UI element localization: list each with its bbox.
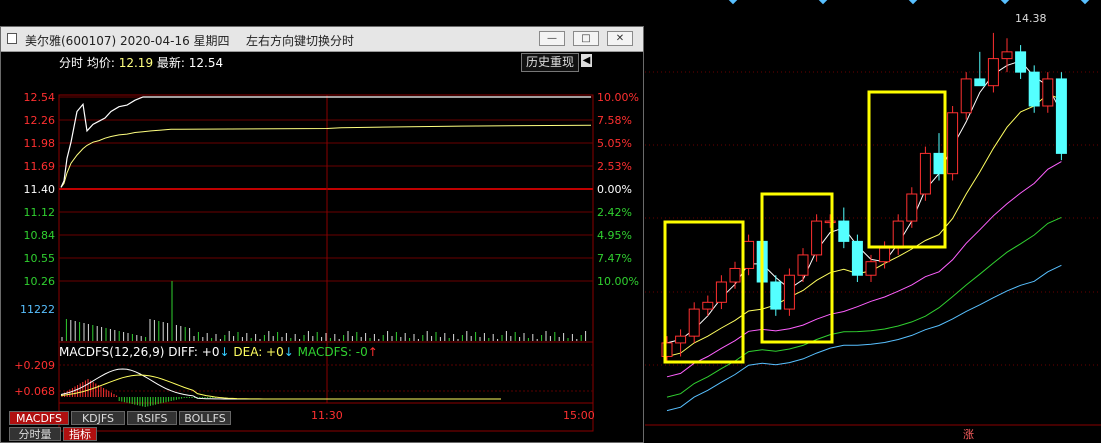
price-tick-label: 10.84	[24, 229, 56, 242]
macd-name: MACDFS(12,26,9)	[59, 345, 165, 359]
time-tick-label: 15:00	[563, 409, 595, 422]
candle-body	[811, 220, 823, 256]
rise-marker: 涨	[963, 428, 974, 441]
chart-frame	[58, 94, 594, 432]
tab-rsifs[interactable]: RSIFS	[127, 411, 177, 425]
window-title: 美尔雅(600107) 2020-04-16 星期四	[25, 34, 230, 48]
minimize-button[interactable]: —	[539, 31, 565, 46]
avg-value: 12.19	[118, 56, 154, 70]
tab-bollfs[interactable]: BOLLFS	[179, 411, 231, 425]
highlight-box	[760, 192, 834, 344]
candle-body	[783, 274, 795, 310]
down-arrow-icon: ↓	[219, 345, 230, 359]
candle-body	[892, 220, 904, 249]
window-hint: 左右方向键切换分时	[246, 34, 355, 48]
avg-price-line	[60, 124, 592, 188]
maximize-button[interactable]: □	[573, 31, 599, 46]
candle-body	[675, 335, 687, 344]
moving-average-line	[666, 93, 1062, 357]
intraday-chart: 12.54 10.00% 12.26 7.58% 11.98 5.05% 11.69 2.53…	[14, 91, 639, 432]
candle-body	[933, 152, 945, 175]
price-tick-label: 11.40	[24, 183, 56, 196]
candle-body	[865, 261, 877, 276]
macdfs-label: MACDFS: -0	[297, 345, 368, 359]
pct-tick-label: 7.47%	[597, 252, 632, 265]
price-tick-label: 11.12	[24, 206, 56, 219]
macd-tick-label: +0.209	[14, 359, 55, 372]
down-arrow-icon: ↓	[283, 345, 294, 359]
price-tick-label: 12.54	[24, 91, 56, 104]
diff-label: DIFF: +0	[168, 345, 220, 359]
intraday-popup-window: 美尔雅(600107) 2020-04-16 星期四 左右方向键切换分时 — □…	[0, 26, 644, 443]
tab-volume[interactable]: 分时量	[9, 427, 61, 441]
app-icon	[7, 33, 17, 44]
moving-average-line	[666, 216, 1062, 398]
pct-tick-label: 2.42%	[597, 206, 632, 219]
candle-body	[838, 220, 850, 242]
info-label: 分时	[59, 56, 84, 70]
candle-body	[1028, 71, 1040, 107]
avg-label: 均价:	[86, 56, 115, 70]
candle-body	[974, 78, 986, 87]
candle-body	[960, 78, 972, 114]
price-tick-label: 11.98	[24, 137, 56, 150]
candle-body	[743, 240, 755, 269]
macd-tick-label: +0.068	[14, 385, 55, 398]
time-tick-label: 11:30	[311, 409, 343, 422]
top-marker	[908, 0, 918, 5]
candle-body	[906, 193, 918, 222]
top-marker	[728, 0, 738, 5]
pct-tick-label: 0.00%	[597, 183, 632, 196]
window-titlebar[interactable]: 美尔雅(600107) 2020-04-16 星期四 左右方向键切换分时 — □…	[1, 27, 643, 52]
last-label: 最新:	[156, 56, 185, 70]
tab-indicator[interactable]: 指标	[63, 427, 97, 441]
last-value: 12.54	[188, 56, 224, 70]
price-tick-label: 10.55	[24, 252, 56, 265]
dea-label: DEA: +0	[233, 345, 284, 359]
candle-body	[702, 301, 714, 310]
volume-tick-label: 11222	[20, 303, 55, 316]
candle-body	[879, 247, 891, 263]
candle-body	[947, 112, 959, 175]
high-price-annotation: 14.38	[1015, 12, 1047, 25]
top-marker	[1080, 0, 1090, 5]
candle-body	[797, 254, 809, 276]
pct-tick-label: 5.05%	[597, 137, 632, 150]
candle-body	[715, 281, 727, 303]
candle-body	[1055, 78, 1067, 154]
candle-body	[1015, 51, 1027, 73]
top-marker	[1000, 0, 1010, 5]
candle-body	[987, 58, 999, 87]
back-arrow-icon[interactable]: ◀	[581, 54, 592, 67]
macd-legend: MACDFS(12,26,9) DIFF: +0↓ DEA: +0↓ MACDF…	[59, 345, 378, 359]
price-tick-label: 11.69	[24, 160, 56, 173]
pct-tick-label: 10.00%	[597, 91, 639, 104]
candle-body	[770, 281, 782, 310]
candle-body	[919, 152, 931, 195]
candle-body	[688, 308, 700, 337]
pct-tick-label: 2.53%	[597, 160, 632, 173]
pct-tick-label: 10.00%	[597, 275, 639, 288]
candle-body	[1042, 78, 1054, 107]
candle-body	[824, 220, 836, 224]
diff-line	[60, 368, 501, 400]
pct-tick-label: 7.58%	[597, 114, 632, 127]
history-replay-button[interactable]: 历史重现	[521, 53, 579, 72]
kline-chart: 14.38 涨	[645, 0, 1101, 441]
price-tick-label: 10.26	[24, 275, 56, 288]
tab-macdfs[interactable]: MACDFS	[9, 411, 69, 425]
dea-line	[60, 374, 501, 400]
pct-tick-label: 4.95%	[597, 229, 632, 242]
price-tick-label: 12.26	[24, 114, 56, 127]
candle-body	[851, 240, 863, 276]
top-marker	[818, 0, 828, 5]
tab-kdjfs[interactable]: KDJFS	[71, 411, 125, 425]
up-arrow-icon: ↑	[367, 345, 378, 359]
close-button[interactable]: ✕	[607, 31, 633, 46]
candle-body	[729, 267, 741, 283]
candle-body	[1001, 51, 1013, 60]
price-info: 分时 均价: 12.19 最新: 12.54	[59, 54, 223, 71]
price-line	[60, 96, 591, 188]
